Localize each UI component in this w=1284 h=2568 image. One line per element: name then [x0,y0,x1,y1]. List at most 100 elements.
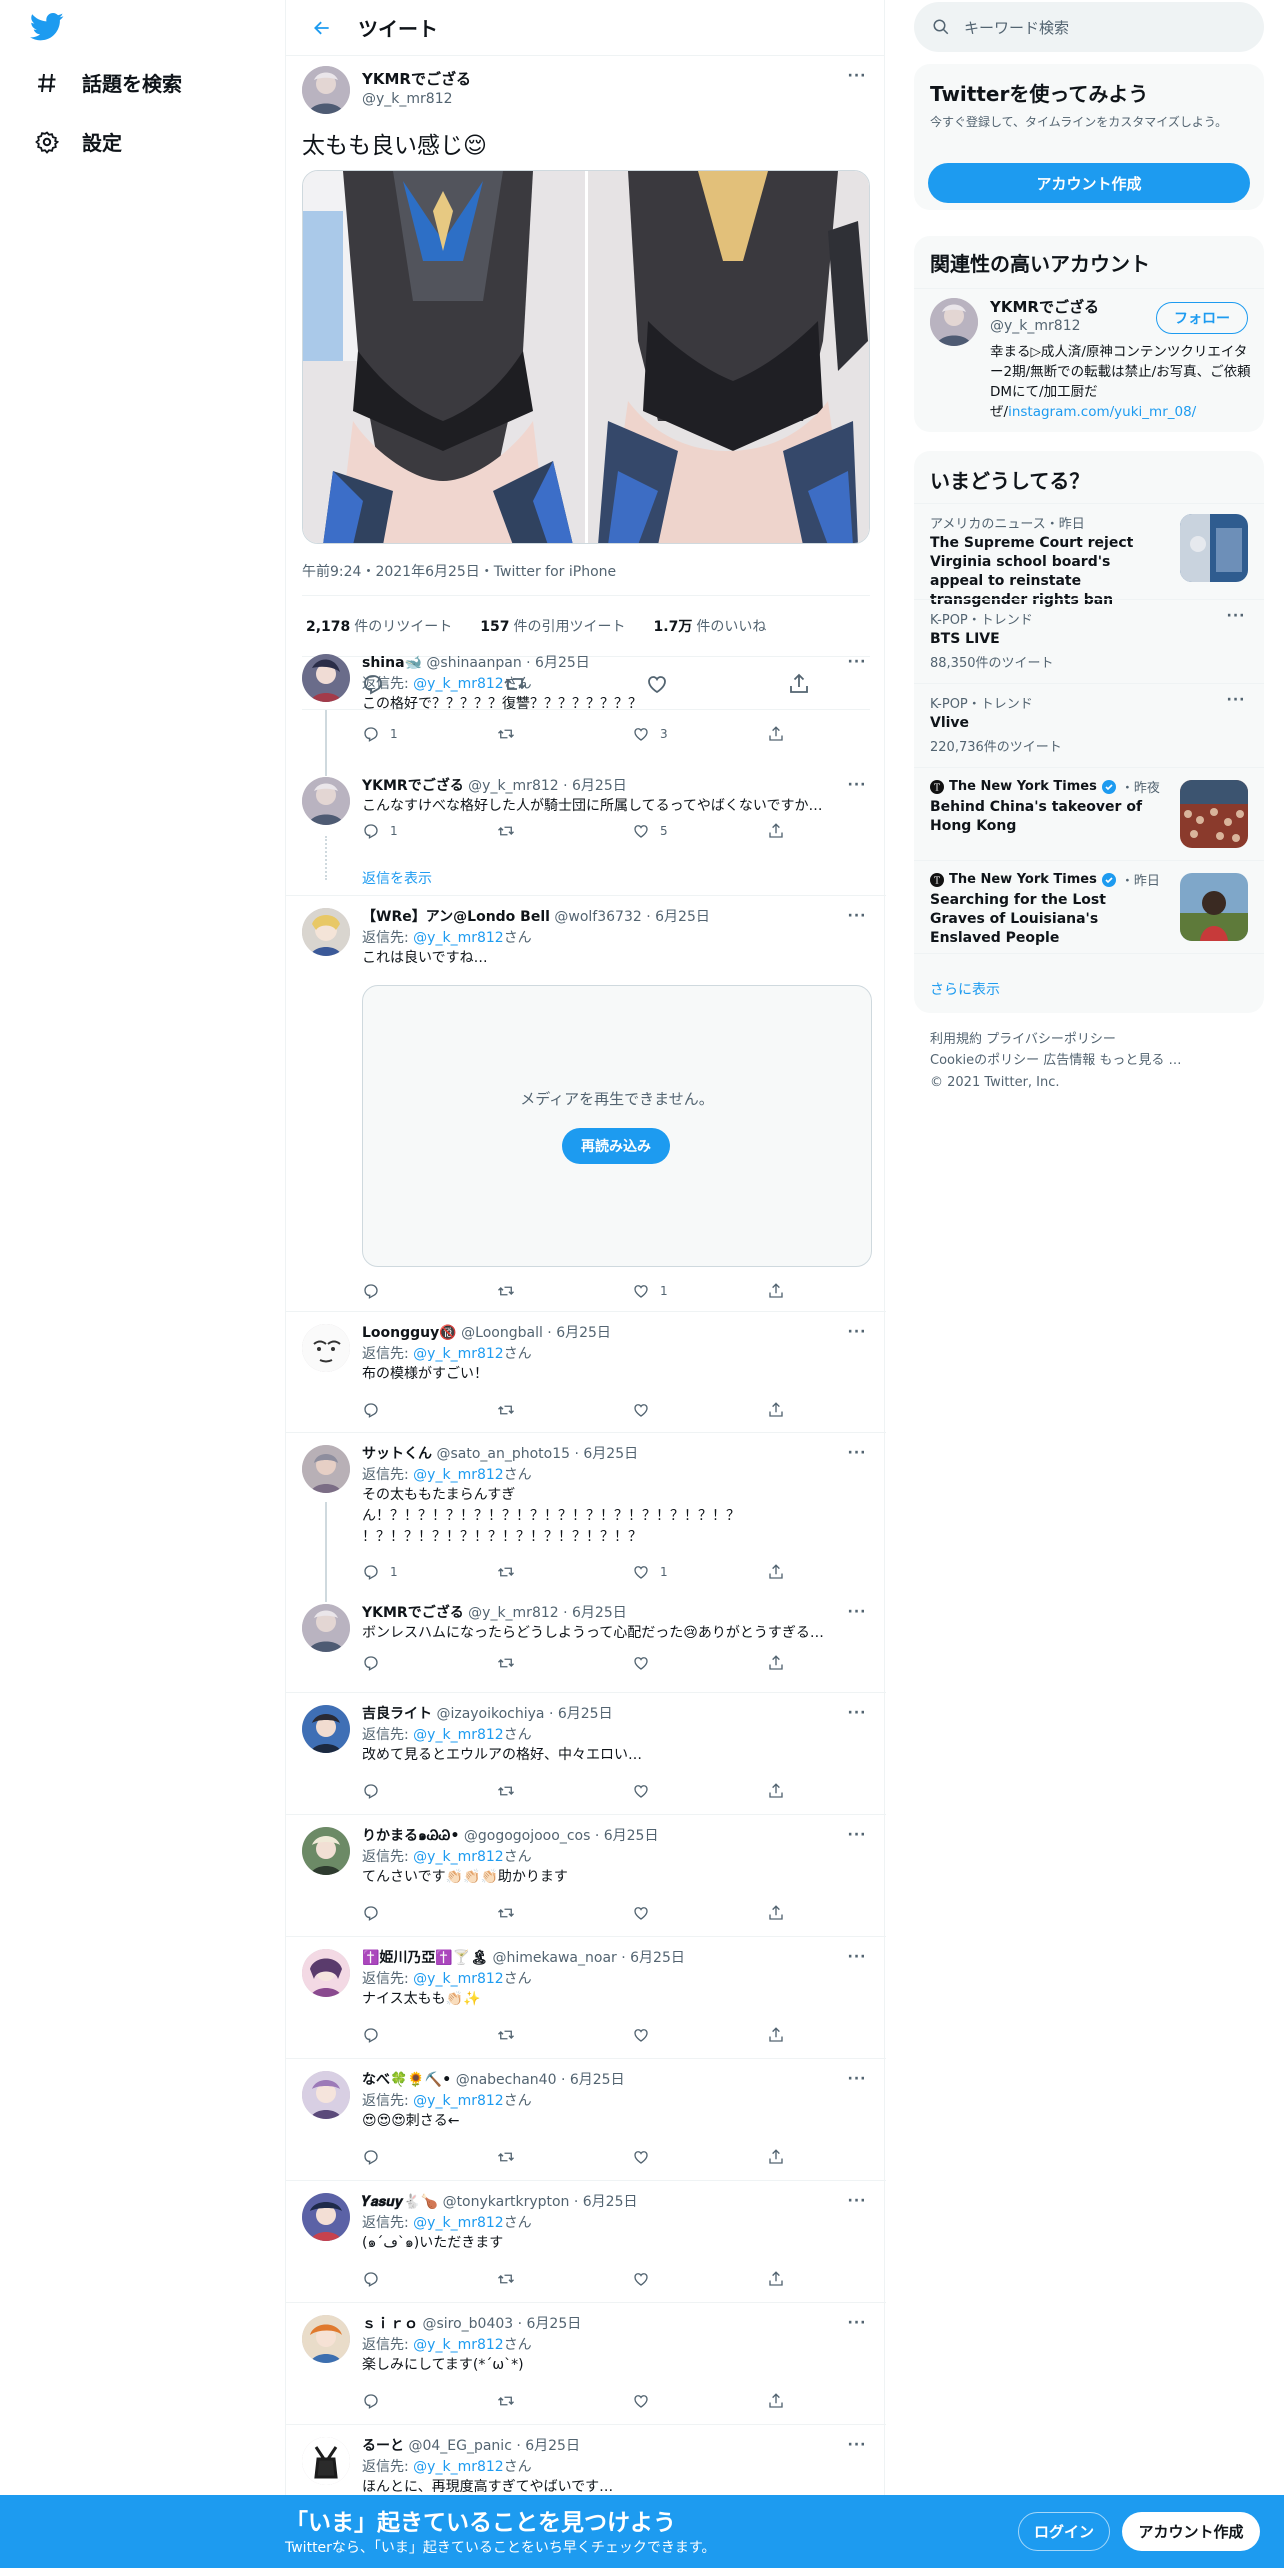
trend-item[interactable]: アメリカのニュース・昨日 The Supreme Court reject Vi… [914,503,1264,608]
like-button[interactable] [632,1904,767,1922]
news-item[interactable]: T The New York Times ・昨夜 Behind China's … [914,767,1264,860]
reply-button[interactable] [362,1654,497,1672]
reply-to-link[interactable]: @y_k_mr812 [413,930,504,946]
more-icon[interactable]: ··· [845,2071,869,2091]
more-icon[interactable]: ··· [845,1604,869,1624]
reply-button[interactable] [362,2270,497,2288]
show-replies-link[interactable]: 返信を表示 [362,868,432,888]
avatar[interactable] [302,908,350,956]
create-account-button[interactable]: アカウント作成 [928,163,1250,203]
more-icon[interactable]: ··· [845,1827,869,1847]
retweet-button[interactable] [497,1904,632,1922]
reply-button[interactable]: 1 [362,1563,497,1581]
reply-to-link[interactable]: @y_k_mr812 [413,2093,504,2109]
avatar[interactable] [302,2071,350,2119]
reply-tweet[interactable]: サットくん @sato_an_photo15 · 6月25日 ··· 返信先: … [286,1433,886,1583]
retweet-button[interactable] [497,822,632,840]
reply-to-link[interactable]: @y_k_mr812 [413,2337,504,2353]
share-button[interactable] [767,2392,787,2410]
back-arrow-icon[interactable] [308,14,336,42]
twitter-logo-icon[interactable] [30,12,64,42]
like-button[interactable] [632,2148,767,2166]
more-icon[interactable]: ··· [845,908,869,928]
reply-author-name[interactable]: サットくん [362,1446,432,1462]
author-handle[interactable]: @y_k_mr812 [362,91,453,107]
reply-author-handle[interactable]: @siro_b0403 · 6月25日 [422,2316,581,2332]
reply-author-name[interactable]: ✝️姫川乃亞✝️🍸🏝 [362,1950,488,1966]
share-button[interactable] [767,2270,787,2288]
reply-author-name[interactable]: 𝒀𝒂𝒔𝒖𝒚🐇🍗 [362,2194,438,2210]
like-button[interactable]: 1 [632,1563,767,1581]
more-icon[interactable]: ··· [845,1949,869,1969]
reply-author-handle[interactable]: @y_k_mr812 · 6月25日 [468,1605,627,1621]
reply-button[interactable] [362,1782,497,1800]
avatar[interactable] [302,1445,350,1493]
related-handle[interactable]: @y_k_mr812 [990,318,1081,334]
more-icon[interactable]: ··· [1224,608,1248,628]
reply-to-link[interactable]: @y_k_mr812 [413,1346,504,1362]
login-button[interactable]: ログイン [1018,2512,1110,2551]
reply-tweet[interactable]: 【WRe】アン@Londo Bell @wolf36732 · 6月25日 ··… [286,896,886,1310]
author-name[interactable]: YKMRでござる [362,68,471,89]
more-icon[interactable]: ··· [845,2193,869,2213]
reply-tweet[interactable]: なべ🍀🌻⛏️• @nabechan40 · 6月25日 ··· 返信先: @y_… [286,2059,886,2180]
share-button[interactable] [767,1282,787,1300]
reply-author-handle[interactable]: @04_EG_panic · 6月25日 [408,2438,580,2454]
reply-author-handle[interactable]: @shinaanpan · 6月25日 [426,655,589,671]
reply-tweet[interactable]: YKMRでござる @y_k_mr812 · 6月25日 ··· こんなすけべな格… [286,765,886,895]
retweet-button[interactable] [497,1782,632,1800]
avatar[interactable] [302,654,350,702]
trend-item[interactable]: K-POP・トレンド Vlive 220,736件のツイート ··· [914,683,1264,767]
like-button[interactable] [632,2026,767,2044]
more-icon[interactable]: ··· [845,68,869,88]
retweet-button[interactable] [497,1282,632,1300]
related-bio-link[interactable]: instagram.com/yuki_mr_08/ [1008,404,1196,420]
share-button[interactable] [767,2026,787,2044]
avatar[interactable] [302,1827,350,1875]
reply-tweet[interactable]: 𝒀𝒂𝒔𝒖𝒚🐇🍗 @tonykartkrypton · 6月25日 ··· 返信先… [286,2181,886,2302]
more-icon[interactable]: ··· [845,654,869,674]
retweet-button[interactable] [497,1401,632,1419]
reload-button[interactable]: 再読み込み [562,1128,670,1164]
like-button[interactable] [632,1782,767,1800]
tweet-media[interactable] [302,170,870,544]
avatar[interactable] [302,2437,350,2485]
reply-author-handle[interactable]: @nabechan40 · 6月25日 [456,2072,625,2088]
share-button[interactable] [767,1782,787,1800]
tweet-timestamp[interactable]: 午前9:24・2021年6月25日・Twitter for iPhone [302,561,616,581]
like-button[interactable]: 3 [632,725,767,743]
retweet-button[interactable] [497,2392,632,2410]
reply-author-handle[interactable]: @y_k_mr812 · 6月25日 [468,778,627,794]
reply-author-handle[interactable]: @wolf36732 · 6月25日 [554,909,709,925]
like-button[interactable]: 1 [632,1282,767,1300]
media-player[interactable]: メディアを再生できません。 再読み込み [362,985,872,1267]
reply-to-link[interactable]: @y_k_mr812 [413,676,504,692]
avatar[interactable] [302,1705,350,1753]
search-input[interactable]: キーワード検索 [914,2,1264,52]
share-button[interactable] [767,725,787,743]
footer-links-2[interactable]: Cookieのポリシー 広告情報 もっと見る … [930,1050,1182,1071]
retweet-button[interactable] [497,1654,632,1672]
more-icon[interactable]: ··· [1224,692,1248,712]
tweet-photo-1[interactable] [303,171,585,543]
trend-item[interactable]: K-POP・トレンド BTS LIVE 88,350件のツイート ··· [914,599,1264,683]
reply-to-link[interactable]: @y_k_mr812 [413,2459,504,2475]
reply-to-link[interactable]: @y_k_mr812 [413,1467,504,1483]
reply-author-name[interactable]: ｓｉｒｏ [362,2316,418,2332]
reply-tweet[interactable]: Loongguy🔞 @Loongball · 6月25日 ··· 返信先: @y… [286,1312,886,1432]
reply-to-link[interactable]: @y_k_mr812 [413,1849,504,1865]
more-icon[interactable]: ··· [845,1324,869,1344]
like-button[interactable] [632,2392,767,2410]
reply-author-name[interactable]: YKMRでござる [362,1605,464,1621]
reply-author-handle[interactable]: @gogogojooo_cos · 6月25日 [464,1828,659,1844]
reply-author-handle[interactable]: @himekawa_noar · 6月25日 [493,1950,685,1966]
reply-author-handle[interactable]: @sato_an_photo15 · 6月25日 [436,1446,638,1462]
like-button[interactable]: 5 [632,822,767,840]
reply-author-handle[interactable]: @Loongball · 6月25日 [461,1325,611,1341]
like-button[interactable] [632,1401,767,1419]
share-button[interactable] [767,2148,787,2166]
more-icon[interactable]: ··· [845,1445,869,1465]
reply-tweet[interactable]: ｓｉｒｏ @siro_b0403 · 6月25日 ··· 返信先: @y_k_m… [286,2303,886,2424]
news-item[interactable]: T The New York Times ・昨日 Searching for t… [914,860,1264,953]
avatar[interactable] [302,1604,350,1652]
